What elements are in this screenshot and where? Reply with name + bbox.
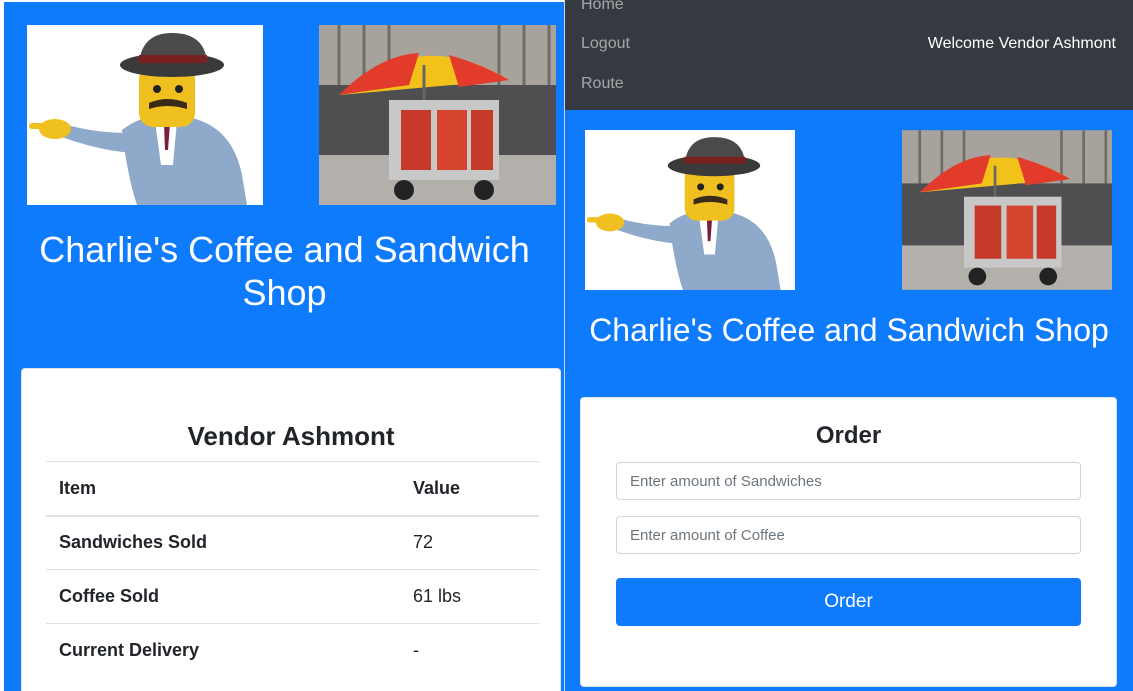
vendor-stats-card: Vendor Ashmont Item Value Sandwiches Sol… (21, 368, 561, 691)
vendor-dashboard-pane: Charlie's Coffee and Sandwich Shop Vendo… (4, 2, 565, 691)
mascot-image (585, 130, 795, 290)
row-value: 61 lbs (400, 569, 539, 624)
row-value: 72 (400, 515, 539, 570)
table-row: Coffee Sold 61 lbs (46, 569, 539, 624)
shop-title: Charlie's Coffee and Sandwich Shop (39, 229, 530, 313)
cart-photo (319, 25, 556, 205)
mascot-image (27, 25, 263, 205)
vendor-title: Vendor Ashmont (187, 421, 395, 451)
vendor-stats-table: Item Value Sandwiches Sold 72 Coffee Sol… (46, 461, 539, 678)
column-header-value: Value (400, 461, 539, 517)
column-header-item: Item (46, 461, 400, 517)
order-button[interactable]: Order (616, 578, 1081, 626)
cart-photo (902, 130, 1112, 290)
row-label: Coffee Sold (46, 569, 400, 624)
order-pane: Home Logout Route Welcome Vendor Ashmont… (565, 0, 1133, 691)
nav-home-link[interactable]: Home (581, 0, 624, 15)
row-value: - (400, 623, 539, 678)
coffee-amount-input[interactable] (616, 516, 1081, 554)
nav-logout-link[interactable]: Logout (581, 34, 630, 54)
welcome-message: Welcome Vendor Ashmont (927, 35, 1116, 52)
table-header-row: Item Value (46, 461, 539, 517)
sandwich-amount-input[interactable] (616, 462, 1081, 500)
shop-title: Charlie's Coffee and Sandwich Shop (589, 312, 1109, 348)
table-row: Sandwiches Sold 72 (46, 515, 539, 570)
app-screenshot: Charlie's Coffee and Sandwich Shop Vendo… (0, 0, 1133, 691)
row-label: Current Delivery (46, 623, 400, 678)
table-row: Current Delivery - (46, 623, 539, 678)
nav-route-link[interactable]: Route (581, 74, 624, 94)
order-form-card: Order Order (580, 397, 1117, 687)
row-label: Sandwiches Sold (46, 515, 400, 570)
order-form-title: Order (815, 422, 882, 449)
top-navbar: Home Logout Route Welcome Vendor Ashmont (565, 0, 1133, 110)
